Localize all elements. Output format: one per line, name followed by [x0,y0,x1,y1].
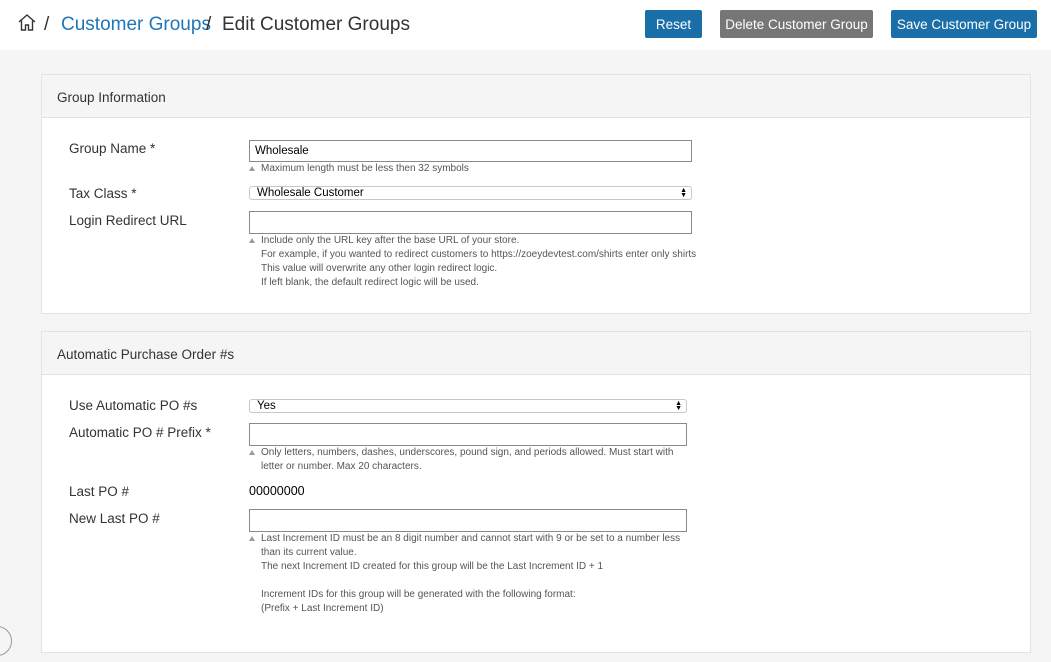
group-name-hint: Maximum length must be less then 32 symb… [249,162,469,176]
select-arrows-icon: ▲ ▼ [675,400,682,412]
automatic-po-prefix-hint: Only letters, numbers, dashes, underscor… [249,446,673,474]
page-title: Edit Customer Groups [222,14,410,35]
select-arrows-icon: ▲ ▼ [680,187,687,199]
new-last-po-input[interactable] [249,509,687,532]
reset-button[interactable]: Reset [645,10,702,38]
login-redirect-url-label: Login Redirect URL [69,213,187,228]
panel-title: Group Information [57,90,166,105]
login-redirect-url-input[interactable] [249,211,692,234]
panel-header: Group Information [42,75,1030,118]
last-po-value: 00000000 [249,484,305,498]
breadcrumb-customer-groups-link[interactable]: Customer Groups [61,14,211,36]
floating-circle-button[interactable] [0,626,12,656]
hint-arrow-icon [249,166,255,171]
hint-arrow-icon [249,450,255,455]
group-name-label: Group Name * [69,141,156,156]
login-redirect-url-hint: Include only the URL key after the base … [249,234,696,290]
breadcrumb-separator: / [206,14,212,35]
top-bar: / Customer Groups / Edit Customer Groups… [0,0,1051,50]
new-last-po-label: New Last PO # [69,511,160,526]
delete-customer-group-button[interactable]: Delete Customer Group [720,10,873,38]
hint-arrow-icon [249,536,255,541]
home-icon[interactable] [17,13,37,33]
save-customer-group-button[interactable]: Save Customer Group [891,10,1037,38]
panel-header: Automatic Purchase Order #s [42,332,1030,375]
tax-class-select[interactable]: Wholesale Customer ▲ ▼ [249,186,692,200]
use-automatic-po-label: Use Automatic PO #s [69,398,198,413]
hint-arrow-icon [249,238,255,243]
group-name-input[interactable] [249,140,692,162]
use-automatic-po-select[interactable]: Yes ▲ ▼ [249,399,687,413]
new-last-po-hint: Last Increment ID must be an 8 digit num… [249,532,680,616]
automatic-po-prefix-input[interactable] [249,423,687,446]
panel-title: Automatic Purchase Order #s [57,347,235,362]
automatic-po-prefix-label: Automatic PO # Prefix * [69,425,211,440]
tax-class-label: Tax Class * [69,186,137,201]
breadcrumb-separator: / [44,14,50,35]
last-po-label: Last PO # [69,484,130,499]
